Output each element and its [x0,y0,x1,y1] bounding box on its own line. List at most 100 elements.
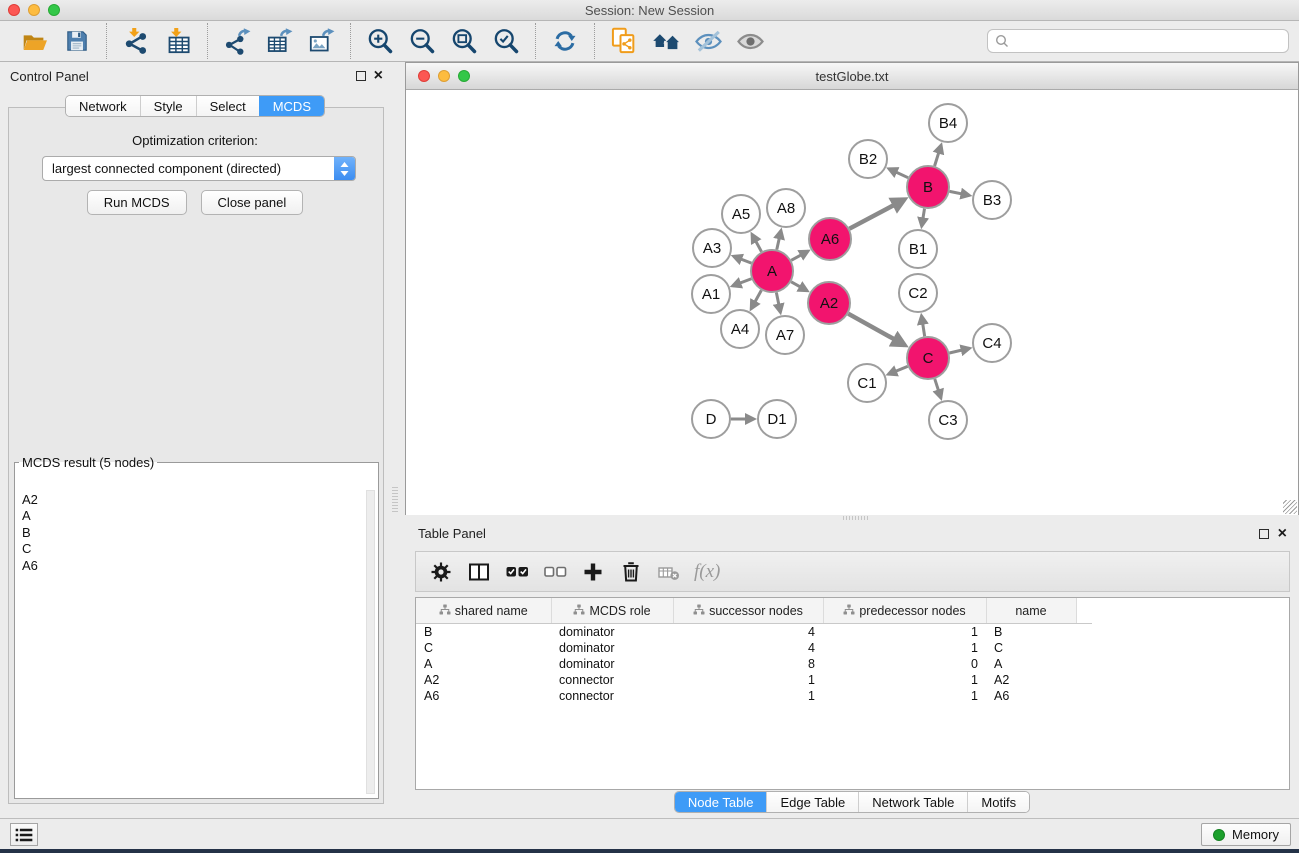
export-network-button[interactable] [220,25,254,57]
graph-edge-C-C2[interactable] [921,316,924,337]
table-tab-edge-table[interactable]: Edge Table [766,792,858,812]
graph-node-A1[interactable]: A1 [692,275,730,313]
graph-edge-A-A7[interactable] [776,293,780,313]
table-row[interactable]: A6connector11A6 [416,688,1092,704]
search-input[interactable] [987,29,1289,53]
hide-selected-button[interactable] [691,25,725,57]
mcds-result-item[interactable]: B [22,525,366,541]
graph-node-C4[interactable]: C4 [973,324,1011,362]
close-window-button[interactable] [8,4,20,16]
close-table-panel-icon[interactable]: × [1278,525,1287,543]
tab-select[interactable]: Select [196,96,259,116]
save-session-button[interactable] [60,25,94,57]
graph-edge-B-B1[interactable] [922,209,925,227]
graph-node-A4[interactable]: A4 [721,310,759,348]
graph-node-B3[interactable]: B3 [973,181,1011,219]
resize-grip-icon[interactable] [1283,500,1297,514]
graph-edge-A-A4[interactable] [751,290,761,309]
close-panel-button[interactable]: Close panel [201,190,304,215]
graph-edge-B-B2[interactable] [889,169,908,178]
column-selector-button[interactable] [465,557,493,587]
tab-mcds[interactable]: MCDS [259,96,324,116]
add-column-button[interactable] [579,557,607,587]
memory-button[interactable]: Memory [1201,823,1291,846]
graph-edge-A2-C[interactable] [848,314,905,345]
export-image-button[interactable] [304,25,338,57]
mcds-result-item[interactable]: A [22,508,366,524]
graph-node-D[interactable]: D [692,400,730,438]
network-canvas[interactable]: B4B2BB3A8A5A6A3B1AA1C2A2A4A7C4CC1C3DD1 [406,90,1298,515]
table-row[interactable]: Adominator80A [416,656,1092,672]
graph-node-A3[interactable]: A3 [693,229,731,267]
zoom-selected-button[interactable] [489,25,523,57]
mcds-result-item[interactable]: A2 [22,492,366,508]
tab-style[interactable]: Style [140,96,196,116]
zoom-network-button[interactable] [458,70,470,82]
table-row[interactable]: Cdominator41C [416,640,1092,656]
graph-node-A[interactable]: A [751,250,793,292]
column-header-predecessor-nodes[interactable]: predecessor nodes [823,598,986,624]
graph-node-A6[interactable]: A6 [809,218,851,260]
graph-node-A7[interactable]: A7 [766,316,804,354]
function-builder-button[interactable]: f(x) [694,561,720,583]
deselect-all-button[interactable] [541,557,569,587]
run-mcds-button[interactable]: Run MCDS [87,190,187,215]
graph-node-C1[interactable]: C1 [848,364,886,402]
export-table-button[interactable] [262,25,296,57]
task-history-button[interactable] [10,823,38,846]
open-session-button[interactable] [18,25,52,57]
graph-node-B4[interactable]: B4 [929,104,967,142]
graph-edge-B-B4[interactable] [935,145,942,166]
table-tab-motifs[interactable]: Motifs [967,792,1029,812]
graph-edge-A-A8[interactable] [777,230,781,249]
graph-node-C[interactable]: C [907,337,949,379]
graph-edge-C-C1[interactable] [888,366,907,374]
delete-column-button[interactable] [617,557,645,587]
close-panel-icon[interactable]: × [374,67,383,85]
graph-node-A2[interactable]: A2 [808,282,850,324]
zoom-out-button[interactable] [405,25,439,57]
graph-edge-C-C4[interactable] [949,348,969,353]
table-settings-button[interactable] [427,557,455,587]
column-header-MCDS-role[interactable]: MCDS role [551,598,673,624]
graph-node-B1[interactable]: B1 [899,230,937,268]
select-all-button[interactable] [503,557,531,587]
float-panel-button[interactable] [356,71,366,81]
minimize-network-button[interactable] [438,70,450,82]
graph-edge-B-B3[interactable] [950,191,970,195]
graph-edge-A-A6[interactable] [791,251,808,260]
graph-node-B2[interactable]: B2 [849,140,887,178]
mcds-result-item[interactable]: A6 [22,558,366,574]
graph-node-D1[interactable]: D1 [758,400,796,438]
delete-table-button[interactable] [655,557,683,587]
table-row[interactable]: Bdominator41B [416,624,1092,641]
apply-layout-button[interactable] [548,25,582,57]
zoom-window-button[interactable] [48,4,60,16]
import-network-button[interactable] [119,25,153,57]
first-neighbors-button[interactable] [649,25,683,57]
zoom-in-button[interactable] [363,25,397,57]
graph-node-A8[interactable]: A8 [767,189,805,227]
optimization-dropdown[interactable]: largest connected component (directed) [42,156,356,181]
graph-node-A5[interactable]: A5 [722,195,760,233]
graph-edge-A6-B[interactable] [849,199,904,228]
column-header-name[interactable]: name [986,598,1076,624]
float-table-panel-button[interactable] [1259,529,1269,539]
import-table-button[interactable] [161,25,195,57]
table-row[interactable]: A2connector11A2 [416,672,1092,688]
graph-node-C2[interactable]: C2 [899,274,937,312]
tab-network[interactable]: Network [66,96,140,116]
minimize-window-button[interactable] [28,4,40,16]
table-tab-network-table[interactable]: Network Table [858,792,967,812]
result-scrollbar[interactable] [366,490,375,794]
mcds-result-item[interactable]: C [22,541,366,557]
column-header-shared-name[interactable]: shared name [416,598,551,624]
graph-edge-A-A5[interactable] [752,234,762,251]
graph-edge-A-A1[interactable] [733,279,752,286]
graph-edge-A-A3[interactable] [733,256,751,263]
graph-edge-A-A2[interactable] [791,282,807,291]
show-all-button[interactable] [733,25,767,57]
network-from-selection-button[interactable] [607,25,641,57]
graph-node-C3[interactable]: C3 [929,401,967,439]
vertical-splitter[interactable] [392,487,398,513]
